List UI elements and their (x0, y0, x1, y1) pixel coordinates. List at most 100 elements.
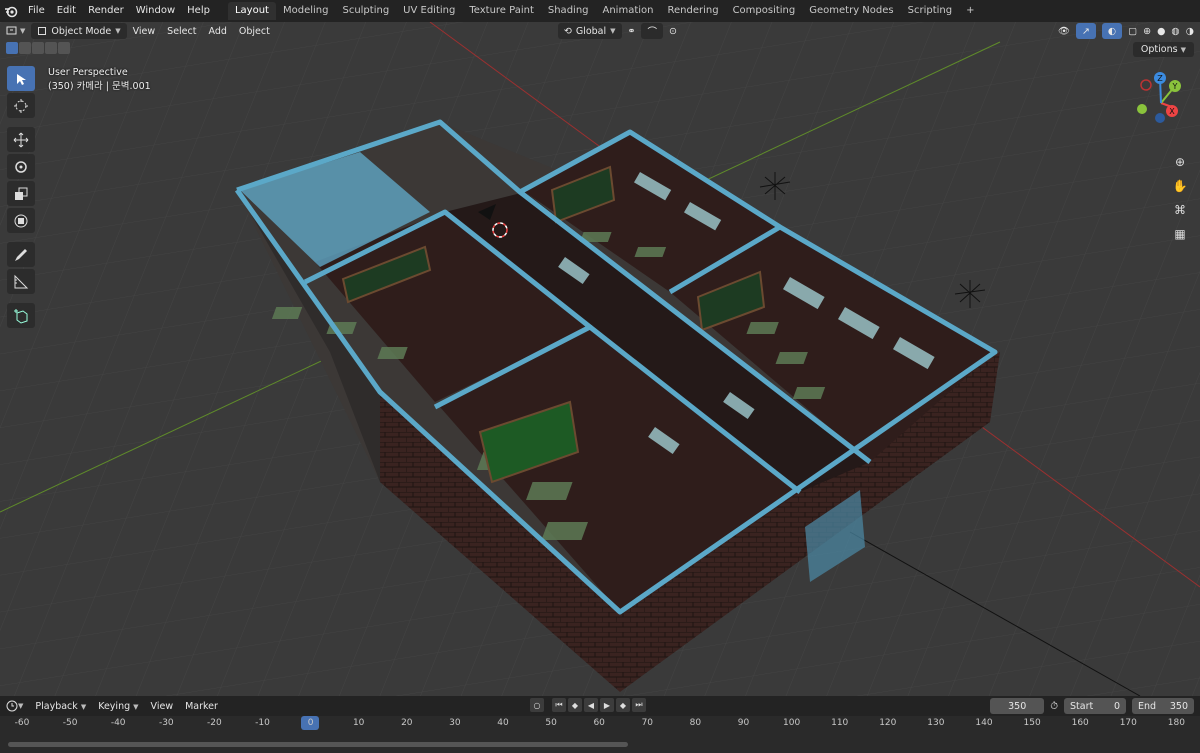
menu-render[interactable]: Render (82, 0, 130, 22)
mode-dropdown[interactable]: Object Mode ▼ (31, 23, 127, 39)
start-value: 0 (1113, 700, 1120, 712)
menu-marker[interactable]: Marker (179, 701, 224, 712)
options-dropdown[interactable]: Options ▼ (1132, 42, 1194, 57)
tab-modeling[interactable]: Modeling (276, 2, 336, 20)
tab-animation[interactable]: Animation (596, 2, 661, 20)
select-intersect-icon[interactable] (58, 42, 70, 54)
menu-window[interactable]: Window (130, 0, 181, 22)
active-object-label: (350) 카메라 | 문벽.001 (48, 81, 151, 92)
start-frame-field[interactable]: Start 0 (1064, 698, 1126, 714)
menu-playback[interactable]: Playback ▼ (29, 701, 92, 712)
jump-start-icon[interactable]: ⏮ (552, 698, 566, 712)
wireframe-shading-icon[interactable]: ⊕ (1143, 26, 1151, 37)
rotate-tool[interactable] (7, 154, 35, 179)
transform-icon (14, 214, 28, 227)
editor-type-icon (6, 26, 17, 35)
blender-logo-icon[interactable] (0, 0, 22, 22)
add-cube-tool[interactable] (7, 303, 35, 328)
solid-shading-icon[interactable]: ● (1157, 26, 1165, 37)
workspace-tabs: Layout Modeling Sculpting UV Editing Tex… (227, 0, 982, 22)
tab-geometry-nodes[interactable]: Geometry Nodes (802, 2, 900, 20)
play-reverse-icon[interactable]: ◀ (584, 698, 598, 712)
snap-toggle[interactable]: ⌒ (641, 23, 663, 39)
navigation-gizmo[interactable]: Z Y X (1128, 70, 1194, 136)
frame-range: 350 ⏱ Start 0 End 350 (990, 698, 1194, 714)
scale-tool[interactable] (7, 181, 35, 206)
top-menu-bar: File Edit Render Window Help Layout Mode… (0, 0, 1200, 22)
menu-timeline-view[interactable]: View (145, 701, 180, 712)
navigation-buttons: ⊕ ✋ ⌘ ▦ (1170, 152, 1190, 244)
tab-shading[interactable]: Shading (541, 2, 596, 20)
menu-add[interactable]: Add (202, 23, 232, 39)
auto-keying-icon[interactable]: ○ (530, 698, 544, 712)
stopwatch-icon[interactable]: ⏱ (1050, 701, 1058, 712)
pan-hand-icon[interactable]: ✋ (1170, 176, 1190, 196)
pivot-icon[interactable]: ⚭ (628, 26, 636, 37)
end-frame-field[interactable]: End 350 (1132, 698, 1194, 714)
select-extend-icon[interactable] (19, 42, 31, 54)
next-keyframe-icon[interactable]: ◆ (616, 698, 630, 712)
tab-rendering[interactable]: Rendering (660, 2, 725, 20)
jump-end-icon[interactable]: ⏭ (632, 698, 646, 712)
prev-keyframe-icon[interactable]: ◆ (568, 698, 582, 712)
proportional-edit-icon[interactable]: ⊙ (669, 26, 677, 37)
add-workspace-button[interactable]: + (959, 2, 981, 20)
gizmo-neg-x[interactable] (1140, 79, 1152, 91)
timeline-scrollbar[interactable] (8, 742, 628, 747)
editor-type-button[interactable]: ▼ (0, 23, 31, 39)
ruler-tick-label: 160 (1071, 718, 1089, 728)
cursor-tool[interactable] (7, 93, 35, 118)
menu-view[interactable]: View (127, 23, 162, 39)
transform-tool[interactable] (7, 208, 35, 233)
tab-sculpting[interactable]: Sculpting (335, 2, 396, 20)
annotate-tool[interactable] (7, 242, 35, 267)
rotate-icon (15, 160, 27, 173)
camera-view-icon[interactable]: ⌘ (1170, 200, 1190, 220)
menu-select[interactable]: Select (161, 23, 202, 39)
ruler-tick-label: -30 (158, 718, 174, 728)
measure-tool[interactable] (7, 269, 35, 294)
visibility-icon[interactable]: 👁 (1058, 26, 1070, 37)
perspective-grid-icon[interactable]: ▦ (1170, 224, 1190, 244)
ruler-tick-label: 130 (927, 718, 945, 728)
end-value: 350 (1169, 700, 1188, 712)
current-frame-field[interactable]: 350 (990, 698, 1045, 714)
menu-keying[interactable]: Keying ▼ (92, 701, 144, 712)
play-icon[interactable]: ▶ (600, 698, 614, 712)
menu-edit[interactable]: Edit (51, 0, 82, 22)
snap-icon: ⌒ (647, 27, 657, 38)
keying-label: Keying (98, 700, 131, 712)
tab-texture-paint[interactable]: Texture Paint (462, 2, 541, 20)
ruler-tick-label: 70 (641, 718, 654, 728)
menu-file[interactable]: File (22, 0, 51, 22)
tab-uv-editing[interactable]: UV Editing (396, 2, 462, 20)
xray-icon[interactable]: ▢ (1128, 26, 1137, 37)
tab-layout[interactable]: Layout (227, 2, 276, 20)
select-subtract-icon[interactable] (32, 42, 44, 54)
ruler-tick-label: 20 (401, 718, 413, 728)
ruler-tick-label: 0 (307, 718, 314, 728)
select-new-icon[interactable] (6, 42, 18, 54)
timeline-editor-type-button[interactable]: ▼ (0, 698, 29, 714)
tab-compositing[interactable]: Compositing (726, 2, 803, 20)
rendered-shading-icon[interactable]: ◑ (1186, 26, 1194, 37)
menu-help[interactable]: Help (181, 0, 216, 22)
select-tool[interactable] (7, 66, 35, 91)
zoom-icon[interactable]: ⊕ (1170, 152, 1190, 172)
overlay-toggle[interactable]: ◐ (1101, 23, 1123, 39)
frame-ruler[interactable]: -60 -50 -40 -30 -20 -10 0 10 20 30 40 50 60 70 80 90 100… (0, 716, 1200, 732)
move-tool[interactable] (7, 127, 35, 152)
playback-controls: ○ ⏮ ◆ ◀ ▶ ◆ ⏭ (530, 698, 646, 712)
tab-scripting[interactable]: Scripting (901, 2, 959, 20)
transform-orientation-dropdown[interactable]: ⟲ Global ▼ (557, 23, 622, 39)
material-shading-icon[interactable]: ◍ (1171, 26, 1179, 37)
gizmo-neg-z[interactable] (1155, 113, 1165, 123)
gizmo-neg-y[interactable] (1137, 104, 1147, 114)
ruler-tick-label: 10 (352, 718, 365, 728)
clock-icon (6, 700, 18, 712)
3d-cursor-tool-icon (14, 98, 28, 113)
select-invert-icon[interactable] (45, 42, 57, 54)
gizmo-toggle[interactable]: ↗ (1075, 23, 1096, 39)
3d-viewport[interactable]: ▼ Object Mode ▼ View Select Add Object ⟲… (0, 22, 1200, 696)
menu-object[interactable]: Object (233, 23, 276, 39)
